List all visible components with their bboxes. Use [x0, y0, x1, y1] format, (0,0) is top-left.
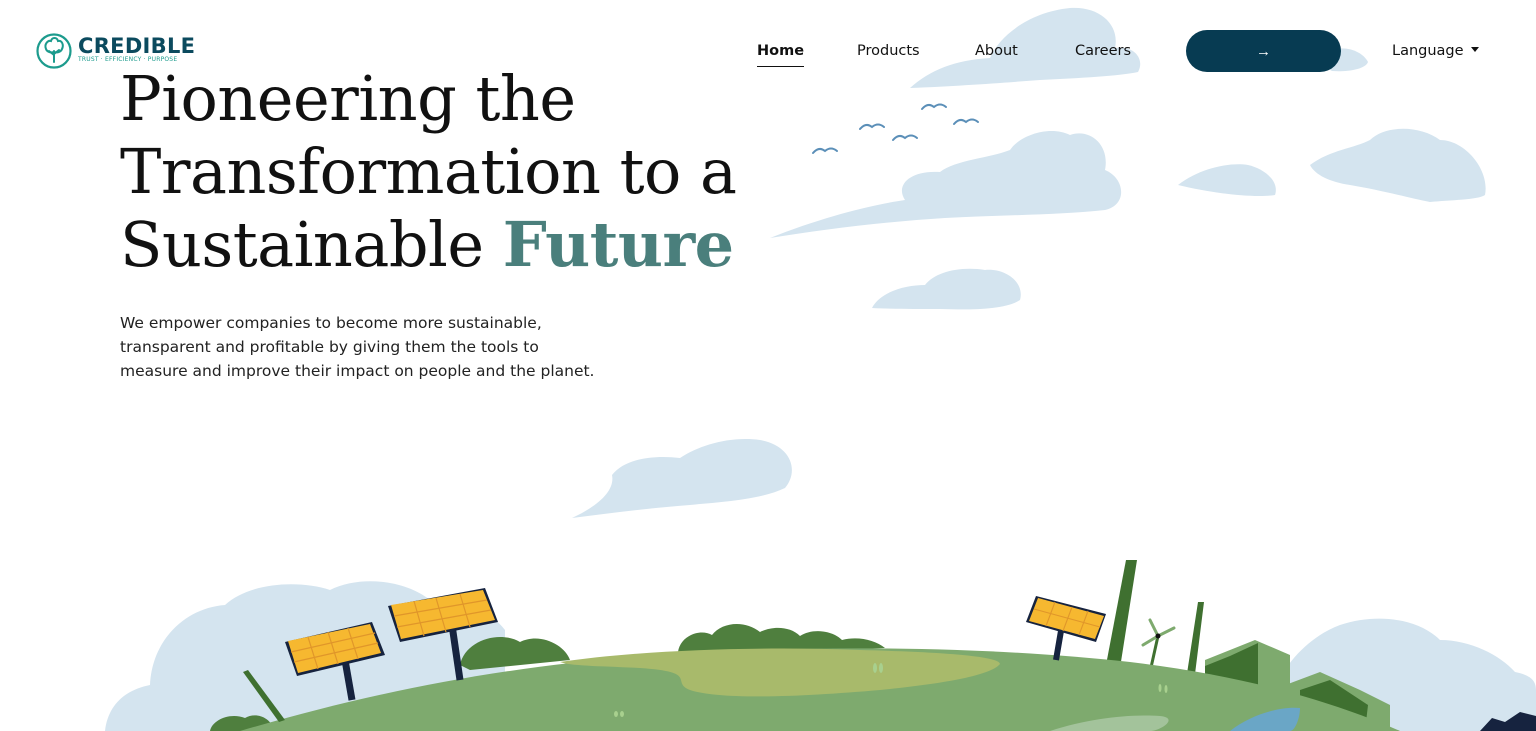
- language-label: Language: [1392, 43, 1464, 59]
- tree-logo-icon: [36, 33, 72, 69]
- brand-tagline: TRUST · EFFICIENCY · PURPOSE: [78, 56, 178, 63]
- nav-products[interactable]: Products: [857, 41, 920, 61]
- brand-name: CREDIBLE: [78, 34, 196, 58]
- solar-panel: [1026, 596, 1106, 661]
- cloud: [1178, 164, 1276, 196]
- cloud: [770, 130, 1122, 238]
- hero-title: Pioneering the Transformation to a Susta…: [120, 62, 800, 281]
- nav-about[interactable]: About: [975, 41, 1018, 61]
- brand-logo[interactable]: CREDIBLE TRUST · EFFICIENCY · PURPOSE: [36, 33, 195, 69]
- caret-down-icon: [1470, 47, 1479, 52]
- hero-subtitle: We empower companies to become more sust…: [120, 314, 595, 380]
- chimney: [1106, 560, 1137, 668]
- cloud: [1310, 128, 1486, 202]
- arrow-right-icon: →: [1256, 42, 1271, 60]
- birds: [812, 103, 979, 154]
- hero-title-accent: Future: [502, 208, 734, 281]
- cta-button[interactable]: →: [1186, 30, 1341, 72]
- nav-home[interactable]: Home: [757, 41, 805, 67]
- nav-careers[interactable]: Careers: [1075, 41, 1131, 61]
- language-dropdown[interactable]: Language: [1392, 41, 1479, 61]
- cloud: [872, 268, 1021, 310]
- cloud: [572, 439, 792, 518]
- wind-turbine: [1141, 618, 1176, 673]
- chimney: [1186, 602, 1204, 682]
